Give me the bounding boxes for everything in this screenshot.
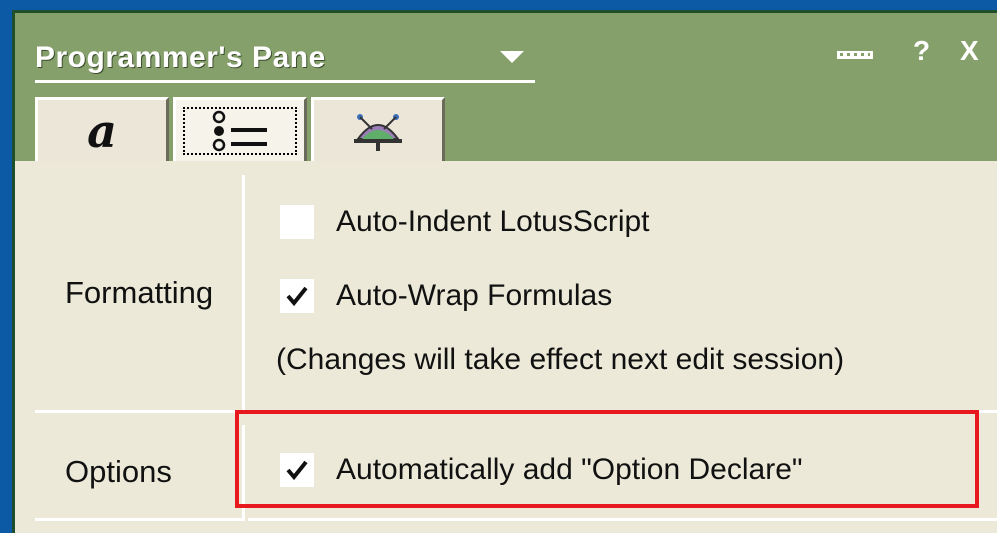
checkmark-icon xyxy=(286,460,308,481)
auto-wrap-label: Auto-Wrap Formulas xyxy=(336,279,613,312)
antenna-dish-icon xyxy=(354,113,402,151)
close-button[interactable]: X xyxy=(960,35,979,67)
auto-wrap-formulas-option[interactable]: Auto-Wrap Formulas xyxy=(280,279,612,313)
list-options-icon xyxy=(212,110,267,151)
font-a-icon: a xyxy=(87,103,117,158)
tab-fonts[interactable]: a xyxy=(35,97,169,161)
formatting-section: Formatting Auto-Indent LotusScript Auto-… xyxy=(35,175,997,413)
minimize-button[interactable] xyxy=(837,51,873,61)
help-button[interactable]: ? xyxy=(913,35,930,67)
option-declare-label: Automatically add "Option Declare" xyxy=(336,453,803,486)
pane-title: Programmer's Pane xyxy=(35,40,326,74)
tab-options[interactable] xyxy=(173,97,307,161)
options-options: Automatically add "Option Declare" xyxy=(248,425,997,521)
chevron-down-icon xyxy=(500,51,524,63)
options-section: Options Automatically add "Option Declar… xyxy=(35,425,997,521)
options-label: Options xyxy=(35,425,245,521)
formatting-label: Formatting xyxy=(35,175,245,413)
option-declare-option[interactable]: Automatically add "Option Declare" xyxy=(280,453,803,487)
auto-wrap-checkbox[interactable] xyxy=(280,279,314,313)
auto-indent-lotusscript-option[interactable]: Auto-Indent LotusScript xyxy=(280,205,650,239)
tab-tools[interactable] xyxy=(311,97,445,161)
programmers-pane-window: Programmer's Pane ? X a Formatting Auto-… xyxy=(12,10,997,533)
formatting-options: Auto-Indent LotusScript Auto-Wrap Formul… xyxy=(248,175,997,413)
checkmark-icon xyxy=(286,286,308,307)
title-bar: Programmer's Pane ? X xyxy=(15,13,997,91)
tab-focus-outline xyxy=(183,106,297,155)
pane-title-dropdown[interactable]: Programmer's Pane xyxy=(35,35,535,83)
pane-content: Formatting Auto-Indent LotusScript Auto-… xyxy=(15,161,997,533)
option-declare-checkbox[interactable] xyxy=(280,453,314,487)
auto-indent-label: Auto-Indent LotusScript xyxy=(336,205,650,238)
auto-indent-checkbox[interactable] xyxy=(280,205,314,239)
changes-note: (Changes will take effect next edit sess… xyxy=(276,343,845,376)
minimize-icon xyxy=(837,51,873,59)
pane-tabs: a xyxy=(35,97,449,161)
